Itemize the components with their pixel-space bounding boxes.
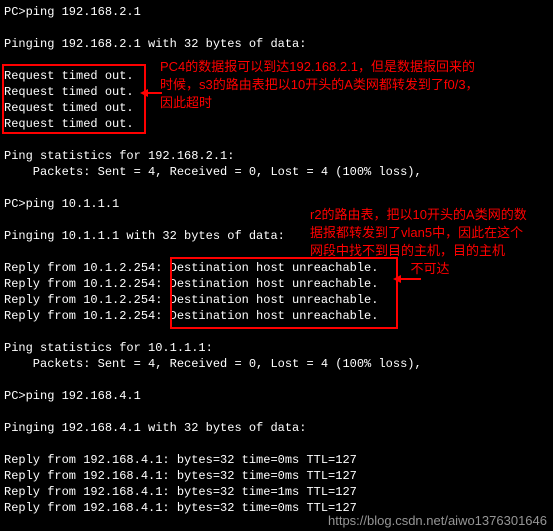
annotation-line: 因此超时 xyxy=(160,94,550,112)
annotation-line: 网段中找不到目的主机，目的主机 xyxy=(310,242,550,260)
terminal-line xyxy=(4,436,549,452)
terminal-line: Packets: Sent = 4, Received = 0, Lost = … xyxy=(4,164,549,180)
terminal-line: Reply from 192.168.4.1: bytes=32 time=1m… xyxy=(4,484,549,500)
annotation-timeout: PC4的数据报可以到达192.168.2.1，但是数据报回来的 时候，s3的路由… xyxy=(160,58,550,112)
annotation-line: 据报都转发到了vlan5中，因此在这个 xyxy=(310,224,550,242)
annotation-line: 时候，s3的路由表把以10开头的A类网都转发到了f0/3， xyxy=(160,76,550,94)
terminal-line xyxy=(4,372,549,388)
annotation-unreachable: r2的路由表，把以10开头的A类网的数 据报都转发到了vlan5中，因此在这个 … xyxy=(310,206,550,278)
terminal-line: Reply from 10.1.2.254: Destination host … xyxy=(4,308,549,324)
terminal-line: Reply from 192.168.4.1: bytes=32 time=0m… xyxy=(4,452,549,468)
terminal-line: Pinging 192.168.2.1 with 32 bytes of dat… xyxy=(4,36,549,52)
terminal-line: Reply from 10.1.2.254: Destination host … xyxy=(4,276,549,292)
terminal-line xyxy=(4,20,549,36)
terminal-line xyxy=(4,132,549,148)
terminal-line xyxy=(4,404,549,420)
terminal-line: PC>ping 192.168.4.1 xyxy=(4,388,549,404)
watermark: https://blog.csdn.net/aiwo1376301646 xyxy=(328,513,547,529)
annotation-line: r2的路由表，把以10开头的A类网的数 xyxy=(310,206,550,224)
terminal-line: Reply from 10.1.2.254: Destination host … xyxy=(4,292,549,308)
terminal-line: Pinging 192.168.4.1 with 32 bytes of dat… xyxy=(4,420,549,436)
terminal-line: Request timed out. xyxy=(4,116,549,132)
terminal-line xyxy=(4,180,549,196)
terminal-line: Ping statistics for 192.168.2.1: xyxy=(4,148,549,164)
annotation-line: PC4的数据报可以到达192.168.2.1，但是数据报回来的 xyxy=(160,58,550,76)
terminal-line: PC>ping 192.168.2.1 xyxy=(4,4,549,20)
terminal-line: Reply from 192.168.4.1: bytes=32 time=0m… xyxy=(4,468,549,484)
annotation-line: 不可达 xyxy=(310,260,550,278)
terminal-line xyxy=(4,324,549,340)
terminal-line: Packets: Sent = 4, Received = 0, Lost = … xyxy=(4,356,549,372)
terminal-line: Ping statistics for 10.1.1.1: xyxy=(4,340,549,356)
